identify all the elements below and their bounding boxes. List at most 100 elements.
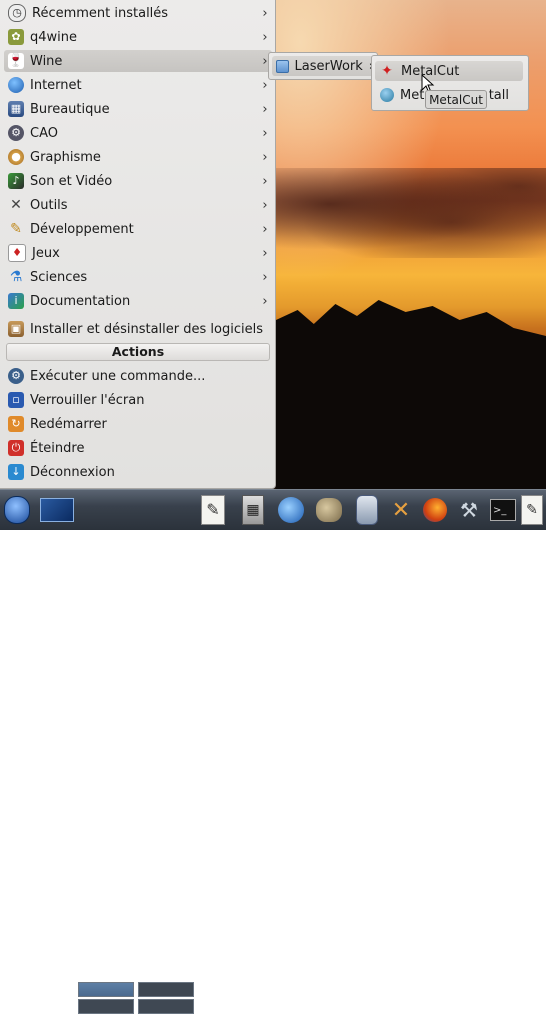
database-icon bbox=[356, 495, 378, 525]
development-icon: ✎ bbox=[10, 221, 22, 237]
calculator-launcher[interactable]: ▦ bbox=[238, 494, 268, 526]
menu-item-install-software[interactable]: ▣ Installer et désinstaller des logiciel… bbox=[4, 318, 272, 340]
network-icon: ⚒ bbox=[460, 498, 478, 522]
notes-launcher[interactable]: ✎ bbox=[520, 494, 544, 526]
start-menu-icon bbox=[4, 496, 30, 524]
menu-item-label: CAO bbox=[30, 125, 58, 141]
action-shutdown[interactable]: ⏻ Éteindre bbox=[4, 437, 272, 459]
menu-item-documentation[interactable]: i Documentation › bbox=[4, 290, 272, 312]
menu-item-label: Jeux bbox=[32, 245, 60, 261]
start-menu-button[interactable] bbox=[2, 494, 32, 526]
menu-item-recent[interactable]: ◷ Récemment installés › bbox=[4, 2, 272, 24]
firefox-launcher[interactable] bbox=[420, 494, 450, 526]
menu-item-cao[interactable]: ⚙ CAO › bbox=[4, 122, 272, 144]
wine-submenu: LaserWork › bbox=[268, 52, 378, 80]
menu-item-q4wine[interactable]: ✿ q4wine › bbox=[4, 26, 272, 48]
menu-item-bureautique[interactable]: ▦ Bureautique › bbox=[4, 98, 272, 120]
menu-item-wine[interactable]: 🍷 Wine › bbox=[4, 50, 272, 72]
calculator-icon: ▦ bbox=[242, 495, 264, 525]
wallpaper-clouds bbox=[276, 168, 546, 258]
action-label: Redémarrer bbox=[30, 416, 107, 432]
pager-desktop-1[interactable] bbox=[78, 982, 134, 997]
chevron-right-icon: › bbox=[262, 125, 268, 141]
terminal-icon: >_ bbox=[490, 499, 516, 521]
action-label: Déconnexion bbox=[30, 464, 115, 480]
documentation-icon: i bbox=[8, 293, 24, 309]
menu-item-label: Son et Vidéo bbox=[30, 173, 113, 189]
chevron-right-icon: › bbox=[262, 29, 268, 45]
multimedia-icon: ♪ bbox=[8, 173, 24, 189]
pager-desktop-4[interactable] bbox=[138, 999, 194, 1014]
menu-item-label: Bureautique bbox=[30, 101, 110, 117]
text-editor-launcher[interactable]: ✎ bbox=[198, 494, 228, 526]
pager-desktop-3[interactable] bbox=[78, 999, 134, 1014]
gimp-icon bbox=[316, 498, 342, 522]
lock-icon: ▫ bbox=[8, 392, 24, 408]
menu-item-sciences[interactable]: ⚗ Sciences › bbox=[4, 266, 272, 288]
menu-item-label: Récemment installés bbox=[32, 5, 169, 21]
submenu-item-laserwork[interactable]: LaserWork › bbox=[272, 56, 374, 76]
globe-icon bbox=[8, 77, 24, 93]
games-icon: ♦ bbox=[8, 244, 26, 262]
thunderbird-icon bbox=[278, 497, 304, 523]
folder-icon bbox=[276, 59, 289, 73]
restart-icon: ↻ bbox=[8, 416, 24, 432]
chevron-right-icon: › bbox=[262, 293, 268, 309]
database-launcher[interactable] bbox=[352, 494, 382, 526]
taskbar: ✎ ▦ ✕ ⚒ >_ ✎ bbox=[0, 489, 546, 1014]
menu-item-jeux[interactable]: ♦ Jeux › bbox=[4, 242, 272, 264]
menu-item-label: q4wine bbox=[30, 29, 78, 45]
menu-item-label: Graphisme bbox=[30, 149, 101, 165]
action-label: Exécuter une commande... bbox=[30, 368, 206, 384]
tooltip: MetalCut bbox=[425, 90, 487, 109]
menu-item-developpement[interactable]: ✎ Développement › bbox=[4, 218, 272, 240]
menu-item-label: Sciences bbox=[30, 269, 88, 285]
wine-glass-icon: 🍷 bbox=[7, 53, 25, 69]
action-label: Verrouiller l'écran bbox=[30, 392, 145, 408]
chevron-right-icon: › bbox=[262, 101, 268, 117]
terminal-launcher[interactable]: >_ bbox=[488, 494, 518, 526]
menu-item-outils[interactable]: ✕ Outils › bbox=[4, 194, 272, 216]
clock-icon: ◷ bbox=[8, 4, 26, 22]
gimp-launcher[interactable] bbox=[314, 494, 344, 526]
q4wine-icon: ✿ bbox=[8, 29, 24, 45]
chevron-right-icon: › bbox=[262, 173, 268, 189]
menu-item-label: Outils bbox=[30, 197, 68, 213]
pager-desktop-2[interactable] bbox=[138, 982, 194, 997]
application-menu: ◷ Récemment installés › ✿ q4wine › 🍷 Win… bbox=[0, 0, 276, 489]
cad-icon: ⚙ bbox=[8, 125, 24, 141]
menu-item-graphisme[interactable]: ● Graphisme › bbox=[4, 146, 272, 168]
menu-item-son-video[interactable]: ♪ Son et Vidéo › bbox=[4, 170, 272, 192]
uninstall-icon bbox=[380, 88, 394, 102]
run-command-icon: ⚙ bbox=[8, 368, 24, 384]
logout-icon: ↓ bbox=[8, 464, 24, 480]
menu-item-internet[interactable]: Internet › bbox=[4, 74, 272, 96]
action-lock-screen[interactable]: ▫ Verrouiller l'écran bbox=[4, 389, 272, 411]
action-logout[interactable]: ↓ Déconnexion bbox=[4, 461, 272, 483]
chevron-right-icon: › bbox=[262, 221, 268, 237]
chevron-right-icon: › bbox=[262, 5, 268, 21]
menu-item-label: Développement bbox=[30, 221, 134, 237]
tools-icon: ✕ bbox=[10, 197, 22, 213]
chevron-right-icon: › bbox=[262, 245, 268, 261]
chevron-right-icon: › bbox=[262, 149, 268, 165]
action-run-command[interactable]: ⚙ Exécuter une commande... bbox=[4, 365, 272, 387]
notes-icon: ✎ bbox=[521, 495, 543, 525]
action-restart[interactable]: ↻ Redémarrer bbox=[4, 413, 272, 435]
action-label: Éteindre bbox=[30, 440, 85, 456]
package-icon: ▣ bbox=[8, 321, 24, 337]
thunderbird-launcher[interactable] bbox=[276, 494, 306, 526]
show-desktop-button[interactable] bbox=[40, 494, 74, 526]
actions-section-header: Actions bbox=[6, 343, 270, 361]
science-icon: ⚗ bbox=[9, 269, 23, 285]
tools-launcher[interactable]: ✕ bbox=[386, 494, 416, 526]
menu-item-label: Internet bbox=[30, 77, 82, 93]
network-launcher[interactable]: ⚒ bbox=[454, 494, 484, 526]
power-icon: ⏻ bbox=[8, 440, 24, 456]
menu-item-label: Installer et désinstaller des logiciels bbox=[30, 321, 263, 337]
chevron-right-icon: › bbox=[262, 269, 268, 285]
office-icon: ▦ bbox=[8, 101, 24, 117]
text-editor-icon: ✎ bbox=[201, 495, 225, 525]
submenu-item-metalcut[interactable]: ✦ MetalCut bbox=[375, 61, 523, 81]
menu-item-label: Wine bbox=[30, 53, 63, 69]
